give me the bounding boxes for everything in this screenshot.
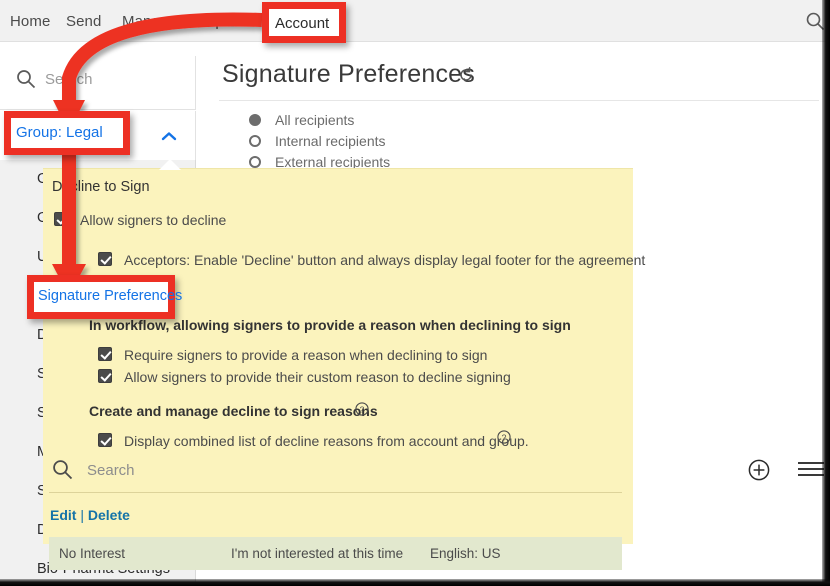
hamburger-menu-icon[interactable] [798, 462, 824, 478]
help-icon[interactable]: ? [355, 402, 369, 416]
reasons-search-placeholder[interactable]: Search [87, 462, 135, 479]
title-divider [219, 100, 819, 101]
radio-label: Internal recipients [275, 133, 386, 149]
radio-label: All recipients [275, 112, 354, 128]
sidebar-search-placeholder: Search [45, 71, 93, 88]
checkbox-label: Require signers to provide a reason when… [124, 347, 487, 363]
nav-item-manage[interactable]: Manage [122, 13, 177, 30]
reason-message: I'm not interested at this time [231, 546, 403, 561]
app-screenshot: Home Send Manage Reports Account Search … [0, 0, 830, 586]
checkbox-label: Display combined list of decline reasons… [124, 433, 529, 449]
radio-option-all-recipients[interactable]: All recipients [249, 110, 390, 131]
search-divider [49, 492, 622, 493]
decline-to-sign-panel: Decline to Sign Allow signers to decline… [43, 168, 633, 544]
annotation-label-signature-preferences: Signature Preferences [38, 288, 182, 304]
plus-circle-icon[interactable] [748, 459, 770, 481]
svg-text:?: ? [502, 432, 507, 442]
radio-dot [249, 156, 261, 168]
edit-link[interactable]: Edit [50, 507, 76, 523]
search-icon[interactable] [52, 459, 73, 480]
help-icon[interactable]: ? [497, 430, 511, 444]
window-frame-right [822, 0, 830, 586]
nav-item-reports[interactable]: Reports [196, 13, 249, 30]
checkbox-box [98, 347, 112, 361]
annotation-label-group-legal: Group: Legal [16, 124, 103, 141]
reason-language: English: US [430, 546, 501, 561]
checkbox-allow-signers-to-decline[interactable]: Allow signers to decline [54, 211, 226, 229]
checkbox-acceptors-enable-decline-button[interactable]: Acceptors: Enable 'Decline' button and a… [98, 251, 645, 269]
checkbox-box [54, 212, 68, 226]
refresh-icon[interactable] [458, 67, 474, 83]
row-actions: Edit | Delete [50, 507, 130, 523]
manage-reasons-heading: Create and manage decline to sign reason… [89, 403, 378, 419]
checkbox-box [98, 369, 112, 383]
delete-link[interactable]: Delete [88, 507, 130, 523]
search-icon [16, 69, 36, 89]
checkbox-label: Allow signers to provide their custom re… [124, 369, 511, 385]
table-row[interactable]: No Interest I'm not interested at this t… [49, 537, 622, 570]
radio-dot [249, 135, 261, 147]
reason-name: No Interest [59, 546, 125, 561]
nav-item-send[interactable]: Send [66, 13, 101, 30]
annotation-label-account: Account [275, 15, 329, 32]
nav-item-home[interactable]: Home [10, 13, 50, 30]
sidebar-search[interactable]: Search [0, 56, 196, 110]
checkbox-box [98, 252, 112, 266]
checkbox-allow-custom-reason[interactable]: Allow signers to provide their custom re… [98, 368, 511, 386]
window-frame-bottom [0, 579, 830, 586]
page-title: Signature Preferences [222, 60, 475, 89]
checkbox-label: Allow signers to decline [80, 212, 226, 228]
action-separator: | [80, 507, 84, 523]
checkbox-display-combined-list[interactable]: Display combined list of decline reasons… [98, 432, 529, 450]
radio-dot-selected [249, 114, 261, 126]
panel-title: Decline to Sign [52, 179, 150, 195]
top-navigation-bar: Home Send Manage Reports Account [0, 0, 830, 42]
checkbox-label: Acceptors: Enable 'Decline' button and a… [124, 252, 645, 268]
workflow-heading: In workflow, allowing signers to provide… [89, 317, 571, 333]
radio-option-internal-recipients[interactable]: Internal recipients [249, 131, 390, 152]
group-selector-notch [159, 159, 181, 170]
checkbox-box [98, 433, 112, 447]
checkbox-require-reason-when-declining[interactable]: Require signers to provide a reason when… [98, 346, 487, 364]
chevron-up-icon[interactable] [161, 128, 177, 138]
svg-text:?: ? [360, 404, 365, 414]
